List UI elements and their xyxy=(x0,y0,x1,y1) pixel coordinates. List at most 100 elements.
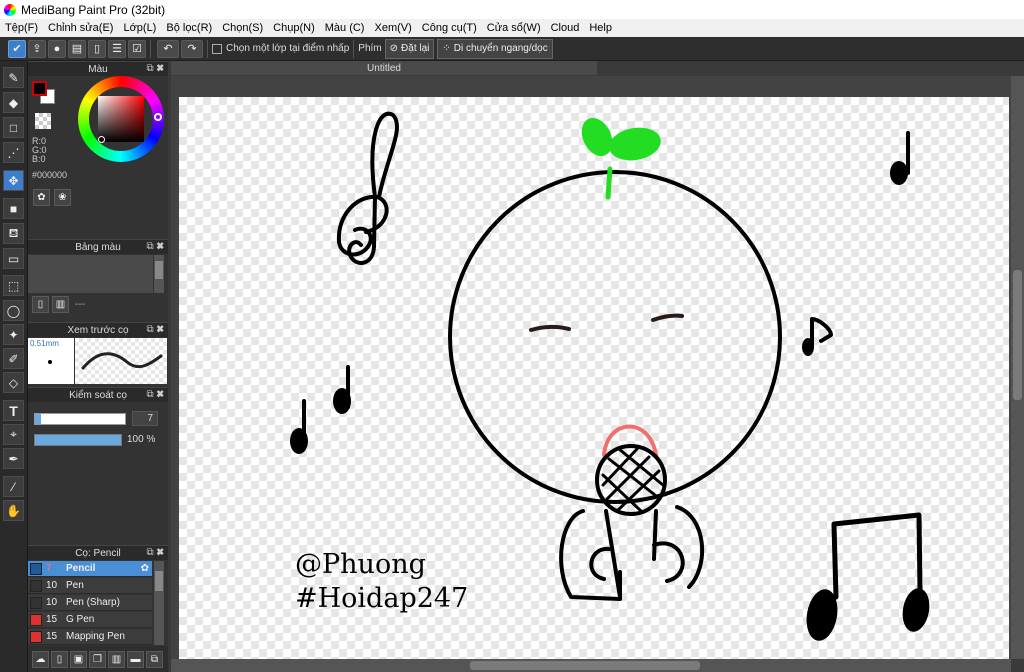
brush-size: 10 xyxy=(46,597,58,608)
brush-list-scrollbar[interactable] xyxy=(154,561,164,645)
select-pen-tool[interactable]: ✐ xyxy=(3,348,24,369)
panel-close-icon[interactable]: ⧉ ✖ xyxy=(146,241,164,252)
hand-tool[interactable]: ✋ xyxy=(3,500,24,521)
panel-close-icon[interactable]: ⧉ ✖ xyxy=(146,389,164,400)
panel-close-icon[interactable]: ⧉ ✖ xyxy=(146,324,164,335)
menu-view[interactable]: Xem(V) xyxy=(369,22,416,34)
note-head-4 xyxy=(333,388,351,414)
palette-scrollbar[interactable] xyxy=(154,255,164,293)
message-button[interactable]: ▤ xyxy=(68,39,86,58)
list-button[interactable]: ☰ xyxy=(108,39,126,58)
undo-button[interactable]: ↶ xyxy=(157,39,179,58)
brush-folder-button[interactable]: ▬ xyxy=(127,650,144,668)
rectangle-tool[interactable]: ■ xyxy=(3,198,24,219)
color-wheel[interactable] xyxy=(78,76,164,162)
signature-hashtag: #Hoidap247 xyxy=(295,583,469,614)
primary-color-swatch[interactable] xyxy=(32,81,47,96)
select-layer-label: Chọn một lớp tại điểm nhấp xyxy=(226,43,350,54)
toolbar-divider xyxy=(207,39,208,58)
menu-color[interactable]: Màu (C) xyxy=(320,22,370,34)
palette-menu-button[interactable]: ❀ xyxy=(54,189,71,206)
lasso-dot-tool[interactable]: ⋰ xyxy=(3,142,24,163)
brush-new-button[interactable]: ▯ xyxy=(51,650,68,668)
document-tab[interactable]: Untitled xyxy=(171,61,597,75)
select-eraser-icon: ◇ xyxy=(8,375,19,390)
share-button[interactable]: ⇪ xyxy=(28,39,46,58)
operation-tool[interactable]: ⌖ xyxy=(3,424,24,445)
vertical-scroll-thumb[interactable] xyxy=(1013,270,1022,400)
magic-wand-tool[interactable]: ✦ xyxy=(3,324,24,345)
brush-size-slider[interactable] xyxy=(34,413,126,425)
brush-opacity-fill xyxy=(35,435,121,445)
panel-close-icon[interactable]: ⧉ ✖ xyxy=(146,547,164,558)
bucket-tool[interactable]: ⛾ xyxy=(3,223,24,244)
select-layer-checkbox[interactable] xyxy=(212,43,222,54)
value-marker[interactable] xyxy=(98,136,105,143)
horizontal-scroll-thumb[interactable] xyxy=(470,661,700,670)
palette-swatch-area[interactable] xyxy=(28,255,153,293)
hue-marker[interactable] xyxy=(154,113,162,121)
comment-button[interactable]: ● xyxy=(48,39,66,58)
brush-list-item[interactable]: 10 Pen (Sharp) xyxy=(28,595,152,611)
document-button[interactable]: ▯ xyxy=(88,39,106,58)
blue-value: B:0 xyxy=(32,154,46,164)
reset-button[interactable]: ⊘ Đặt lại xyxy=(384,38,435,59)
dot-tool[interactable]: □ xyxy=(3,117,24,138)
menu-help[interactable]: Help xyxy=(584,22,617,34)
brush-list-item[interactable]: 15 Mapping Pen xyxy=(28,629,152,645)
sprout-left-leaf xyxy=(581,117,613,157)
menu-window[interactable]: Cửa sổ(W) xyxy=(482,22,546,34)
menu-cloud[interactable]: Cloud xyxy=(546,22,585,34)
brush-add-button[interactable]: ▣ xyxy=(70,650,87,668)
menu-select[interactable]: Chọn(S) xyxy=(217,22,268,34)
menu-filter[interactable]: Bộ lọc(R) xyxy=(161,22,217,34)
cloud-sync-button[interactable]: ✔ xyxy=(8,39,26,58)
menu-file[interactable]: Tệp(F) xyxy=(0,22,43,34)
move-tool[interactable]: ✥ xyxy=(3,170,24,191)
brush-list: 7 Pencil ✿ 10 Pen 10 Pen (Sharp) 15 G Pen 15 Mappi… xyxy=(28,561,152,645)
redo-button[interactable]: ↷ xyxy=(181,39,203,58)
eyedropper-tool[interactable]: ⁄ xyxy=(3,476,24,497)
brush-window-button[interactable]: ⧉ xyxy=(146,650,163,668)
menu-tools[interactable]: Công cụ(T) xyxy=(417,22,482,34)
right-hand xyxy=(652,541,685,583)
checklist-button[interactable]: ☑ xyxy=(128,39,146,58)
menu-snap[interactable]: Chụp(N) xyxy=(268,22,320,34)
eraser-tool[interactable]: ◆ xyxy=(3,92,24,113)
delete-palette-button[interactable]: ▥ xyxy=(52,296,69,313)
select-rect-tool[interactable]: ⬚ xyxy=(3,275,24,296)
note-head-3 xyxy=(290,428,308,454)
select-eraser-tool[interactable]: ◇ xyxy=(3,372,24,393)
brush-copy-button[interactable]: ❐ xyxy=(89,650,106,668)
brush-delete-button[interactable]: ▥ xyxy=(108,650,125,668)
lasso-tool[interactable]: ◯ xyxy=(3,300,24,321)
text-tool[interactable]: T xyxy=(3,400,24,421)
list-icon: ☰ xyxy=(112,43,122,55)
brush-tool[interactable]: ✎ xyxy=(3,67,24,88)
gradient-tool[interactable]: ▭ xyxy=(3,248,24,269)
move-direction-button[interactable]: ⁘ Di chuyển ngang/dọc xyxy=(437,38,553,59)
treble-clef xyxy=(336,111,399,265)
upload-icon: ⇪ xyxy=(32,43,42,55)
saturation-value-square[interactable] xyxy=(98,96,144,142)
brush-size-value[interactable]: 7 xyxy=(132,411,158,426)
new-palette-button[interactable]: ▯ xyxy=(32,296,49,313)
brush-opacity-slider[interactable] xyxy=(34,434,122,446)
panel-close-icon[interactable]: ⧉ ✖ xyxy=(146,63,164,74)
palette-add-button[interactable]: ✿ xyxy=(33,189,50,206)
sprout-right-leaf xyxy=(609,127,661,161)
transparent-swatch[interactable] xyxy=(35,113,51,129)
menu-layer[interactable]: Lớp(L) xyxy=(118,22,161,34)
brush-list-item[interactable]: 15 G Pen xyxy=(28,612,152,628)
new-page-icon: ▯ xyxy=(56,653,63,665)
brush-cloud-button[interactable]: ☁ xyxy=(32,650,49,668)
brush-settings-icon[interactable]: ✿ xyxy=(141,563,149,574)
brush-stroke-preview xyxy=(75,338,167,384)
drawing-canvas[interactable]: @Phuong #Hoidap247 xyxy=(179,97,1009,659)
menu-edit[interactable]: Chỉnh sửa(E) xyxy=(43,22,118,34)
brush-list-item[interactable]: 10 Pen xyxy=(28,578,152,594)
brush-list-item[interactable]: 7 Pencil ✿ xyxy=(28,561,152,577)
divide-tool[interactable]: ✒ xyxy=(3,448,24,469)
window-icon: ⧉ xyxy=(150,653,159,665)
brush-icon: ✎ xyxy=(8,70,19,85)
